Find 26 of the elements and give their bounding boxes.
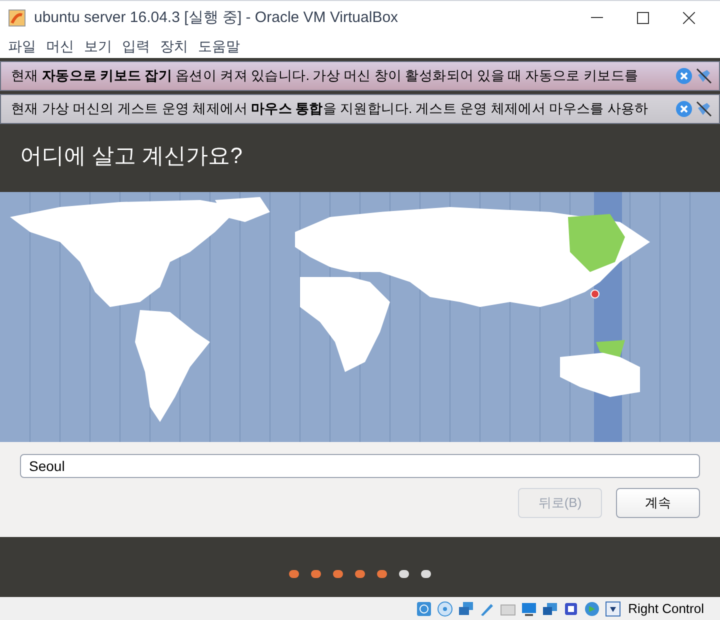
arrow-globe-icon[interactable]: [584, 600, 600, 616]
menu-item[interactable]: 도움말: [194, 36, 244, 57]
menu-item[interactable]: 파일: [4, 36, 40, 57]
optical-disc-icon[interactable]: [437, 600, 454, 616]
location-pin-icon: [590, 290, 600, 298]
host-key-label: Right Control: [628, 600, 704, 618]
mouse-crossed-icon[interactable]: [695, 67, 713, 85]
menu-item[interactable]: 머신: [42, 36, 78, 57]
window-title: ubuntu server 16.04.3 [실행 중] - Oracle VM VirtualBox: [34, 8, 398, 28]
network-icon[interactable]: [458, 600, 474, 616]
menu-item[interactable]: 입력: [118, 36, 154, 57]
page-heading: 어디에 살고 계신가요?: [20, 142, 242, 170]
close-icon[interactable]: [675, 67, 693, 85]
windows-icon[interactable]: [542, 600, 558, 616]
app-logo-icon: [8, 9, 26, 27]
menu-item[interactable]: 보기: [80, 36, 116, 57]
notification-text: 현재 자동으로 키보드 잡기 옵션이 켜져 있습니다. 가상 머신 창이 활성화되어 있을 때 자동으로 키보드를: [11, 66, 640, 85]
close-icon: [683, 12, 695, 24]
notification-text: 현재 가상 머신의 게스트 운영 체제에서 마우스 통합을 지원합니다. 게스트 운영 체제에서 마우스를 사용하: [11, 100, 650, 118]
location-field[interactable]: Seoul: [20, 454, 700, 478]
minimize-icon: [591, 17, 603, 19]
menu-item[interactable]: 장치: [156, 36, 192, 57]
wizard-button[interactable]: 계속: [616, 488, 700, 518]
display-icon[interactable]: [521, 600, 538, 616]
maximize-icon: [637, 12, 649, 24]
mouse-crossed-icon[interactable]: [695, 100, 713, 118]
